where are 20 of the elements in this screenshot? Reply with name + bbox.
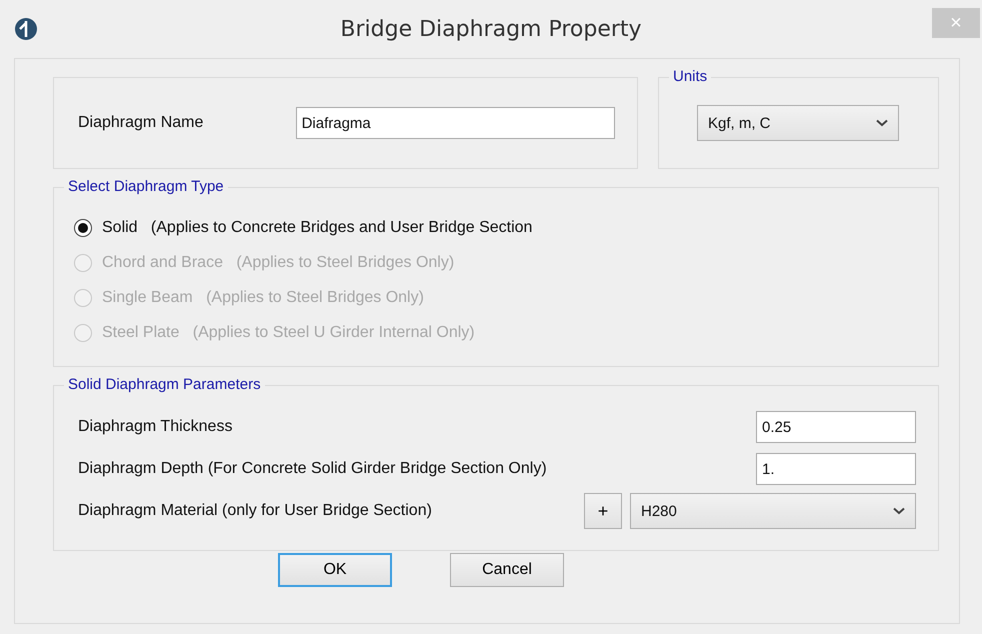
material-dropdown[interactable]: H280 (630, 493, 916, 529)
group-title: Select Diaphragm Type (64, 178, 228, 195)
units-dropdown[interactable]: Kgf, m, C (697, 105, 899, 141)
field-label: Diaphragm Thickness (78, 418, 232, 436)
field-label: Diaphragm Depth (For Concrete Solid Girder Bridge Section Only) (78, 460, 547, 478)
input-field[interactable]: 0.25 (756, 411, 916, 443)
dialog-button[interactable]: OK (278, 553, 392, 587)
window-title: Bridge Diaphragm Property (340, 16, 642, 42)
add-button[interactable]: + (584, 493, 622, 529)
chevron-down-icon (893, 507, 905, 515)
input-field[interactable]: 1. (756, 453, 916, 485)
field-label: Diaphragm Material (only for User Bridge Section) (78, 502, 432, 520)
app-logo-icon (14, 17, 38, 41)
radio-label[interactable]: Solid (Applies to Concrete Bridges and User Bridge Section (102, 219, 532, 237)
field-label: Diaphragm Name (78, 114, 204, 132)
chevron-down-icon (876, 119, 888, 127)
name-field[interactable]: Diafragma (296, 107, 615, 139)
dialog-button[interactable]: Cancel (450, 553, 564, 587)
radio-button[interactable] (74, 219, 92, 237)
group-title: Solid Diaphragm Parameters (64, 376, 265, 393)
